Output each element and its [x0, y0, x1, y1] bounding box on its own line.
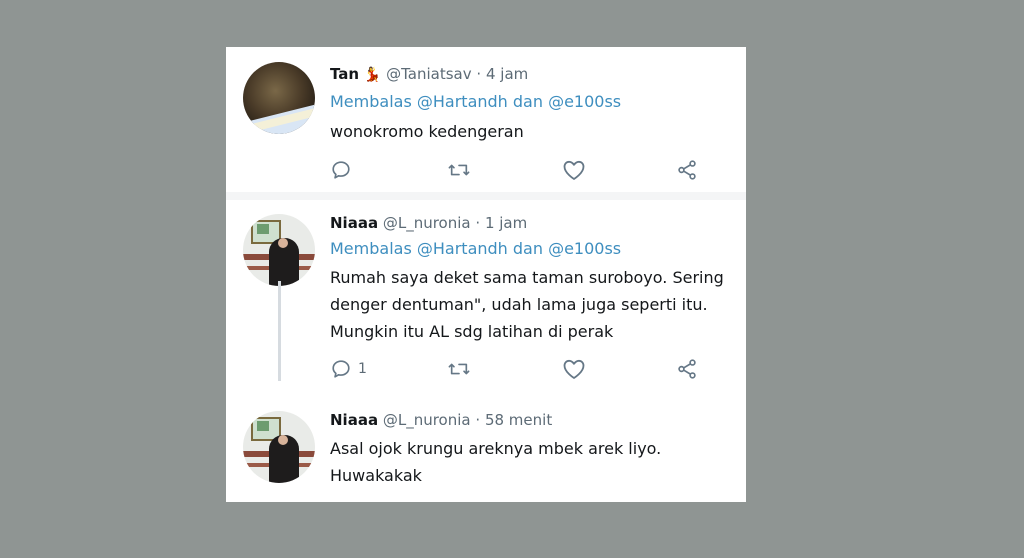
display-name[interactable]: Niaaa [330, 214, 378, 232]
share-icon [678, 160, 696, 180]
tweet-header: Niaaa @L_nuronia · 58 menit [330, 411, 553, 429]
avatar[interactable] [243, 214, 315, 286]
avatar[interactable] [243, 62, 315, 134]
like-icon [563, 359, 585, 379]
tweet-niaaa-2[interactable]: Niaaa @L_nuronia · 58 menit Asal ojok kr… [226, 396, 746, 502]
retweet-button[interactable] [446, 158, 472, 182]
tweet-header: Niaaa @L_nuronia · 1 jam [330, 214, 528, 232]
timestamp[interactable]: 1 jam [485, 214, 527, 232]
tweet-text: wonokromo kedengeran [330, 122, 524, 141]
reply-count: 1 [358, 361, 367, 377]
user-handle[interactable]: @L_nuronia [383, 411, 471, 429]
like-icon [563, 160, 585, 180]
timestamp[interactable]: 58 menit [485, 411, 552, 429]
tweet-text: Rumah saya deket sama taman suroboyo. Se… [330, 268, 724, 341]
timestamp[interactable]: 4 jam [486, 65, 528, 83]
tweet-header: Tan 💃 @Taniatsav · 4 jam [330, 65, 529, 83]
tweet-text: Asal ojok krungu areknya mbek arek liyo.… [330, 439, 662, 485]
user-handle[interactable]: @L_nuronia [383, 214, 471, 232]
reply-icon [332, 360, 350, 378]
reply-button[interactable]: 1 [330, 357, 367, 381]
tweet-niaaa-1[interactable]: Niaaa @L_nuronia · 1 jam Membalas @Harta… [226, 200, 746, 396]
reply-prefix: Membalas [330, 239, 412, 258]
like-button[interactable] [562, 158, 586, 182]
display-name[interactable]: Tan [330, 65, 359, 83]
reply-button[interactable] [330, 158, 352, 182]
share-button[interactable] [676, 158, 698, 182]
tweet-actions: 1 [330, 357, 710, 381]
retweet-icon [448, 164, 470, 176]
thread-connector-line [278, 281, 281, 381]
reply-mentions[interactable]: @Hartandh dan @e100ss [417, 92, 621, 111]
reply-context: Membalas @Hartandh dan @e100ss [330, 92, 621, 111]
reply-mentions[interactable]: @Hartandh dan @e100ss [417, 239, 621, 258]
like-button[interactable] [562, 357, 586, 381]
avatar[interactable] [243, 411, 315, 483]
retweet-icon [448, 363, 470, 375]
dancer-emoji-icon: 💃 [363, 67, 382, 83]
tweet-tan[interactable]: Tan 💃 @Taniatsav · 4 jam Membalas @Harta… [226, 47, 746, 192]
share-icon [678, 359, 696, 379]
user-handle[interactable]: @Taniatsav [386, 65, 472, 83]
retweet-button[interactable] [446, 357, 472, 381]
reply-icon [332, 161, 350, 179]
display-name[interactable]: Niaaa [330, 411, 378, 429]
tweet-thread-card: Tan 💃 @Taniatsav · 4 jam Membalas @Harta… [226, 47, 746, 502]
share-button[interactable] [676, 357, 698, 381]
reply-context: Membalas @Hartandh dan @e100ss [330, 239, 621, 258]
tweet-actions [330, 158, 710, 182]
reply-prefix: Membalas [330, 92, 412, 111]
